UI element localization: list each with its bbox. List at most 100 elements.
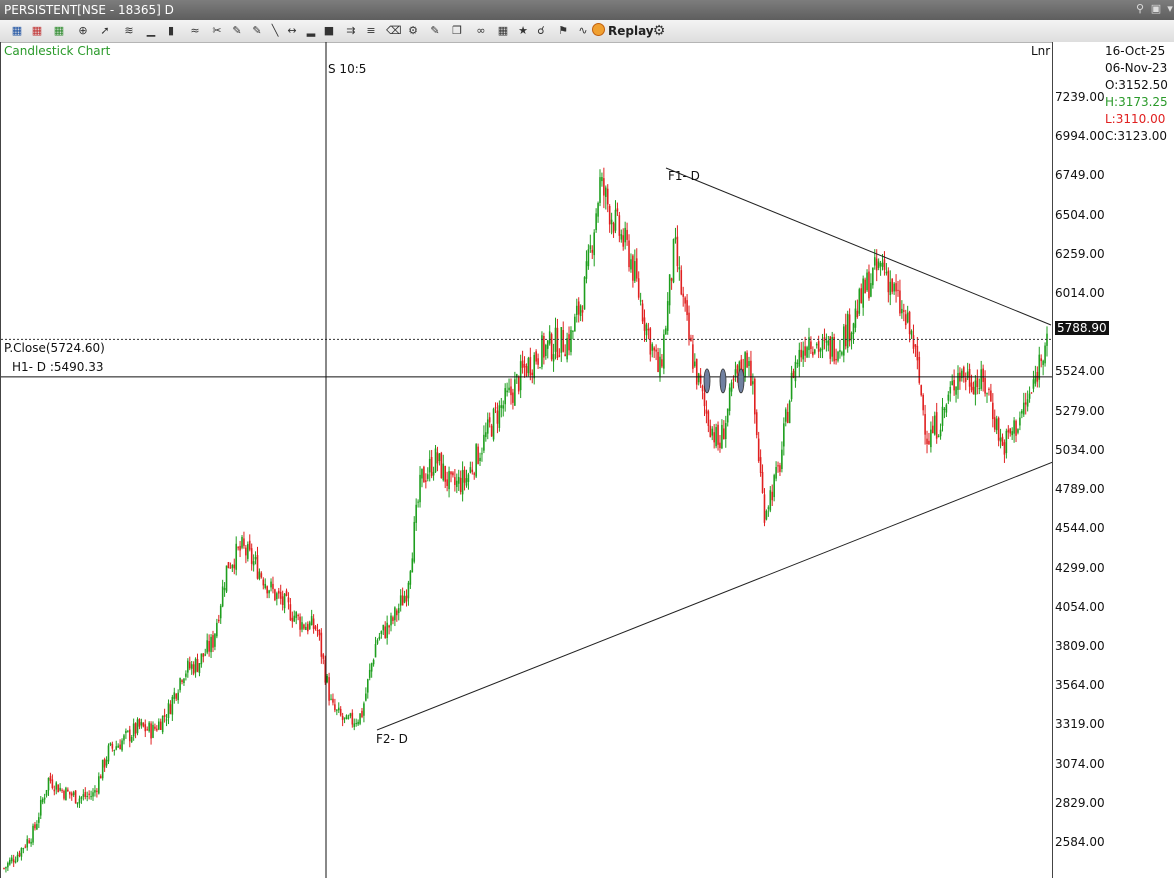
- scale-label[interactable]: Lnr: [1031, 44, 1050, 58]
- candle-body: [264, 583, 267, 589]
- candle-body: [521, 360, 524, 368]
- eraser-icon[interactable]: ⌫: [386, 23, 402, 39]
- export-icon[interactable]: ✎: [428, 23, 442, 39]
- template-icon[interactable]: ⚙: [406, 23, 420, 39]
- window-title: PERSISTENT[NSE - 18365] D: [4, 3, 174, 17]
- candle-body: [190, 664, 193, 669]
- intraday-icon[interactable]: ▦: [10, 23, 24, 39]
- candle-body: [18, 852, 21, 857]
- horizontal-line-icon[interactable]: ↔: [285, 23, 299, 39]
- candle-body: [657, 351, 659, 372]
- candle-body: [1024, 402, 1027, 405]
- candle-body: [589, 245, 592, 250]
- cube-icon[interactable]: ■: [322, 23, 336, 39]
- candle-body: [88, 793, 90, 795]
- price-axis[interactable]: 16-Oct-25 06-Nov-23 O:3152.50 H:3173.25 …: [1052, 42, 1174, 878]
- replay-button[interactable]: Replay: [592, 23, 654, 39]
- flag-icon[interactable]: ⚑: [556, 23, 570, 39]
- candle-body: [635, 258, 638, 279]
- candle-body: [817, 341, 820, 352]
- candle-body: [754, 378, 756, 415]
- candle-body: [421, 468, 423, 479]
- chart-area[interactable]: Candlestick Chart Lnr S 10:5 P.Close(572…: [0, 42, 1053, 878]
- layout-icon[interactable]: ▦: [496, 23, 510, 39]
- candle-body: [152, 724, 154, 738]
- candle-body: [150, 723, 152, 739]
- daily-icon[interactable]: ▦: [30, 23, 44, 39]
- search-icon[interactable]: ⚲: [1134, 2, 1146, 16]
- candle-body: [328, 677, 330, 701]
- ruler-icon[interactable]: ✎: [250, 23, 264, 39]
- candle-body: [165, 719, 168, 721]
- link-icon[interactable]: ∞: [474, 23, 488, 39]
- candle-body: [177, 692, 179, 701]
- candle-body: [28, 840, 30, 844]
- candle-body: [196, 659, 199, 672]
- candle-body: [68, 791, 71, 795]
- equal-lines-icon[interactable]: ≡: [364, 23, 378, 39]
- candle-body: [879, 263, 882, 267]
- info-low: L:3110.00: [1105, 112, 1166, 126]
- candle-body: [860, 288, 863, 303]
- bar-chart-icon[interactable]: ▁: [144, 23, 158, 39]
- candle-body: [577, 301, 580, 315]
- candle-body: [895, 283, 897, 292]
- candle-body: [161, 715, 164, 733]
- y-tick-label: 4544.00: [1055, 521, 1105, 536]
- scissors-icon[interactable]: ✂: [210, 23, 224, 39]
- candle-body: [527, 358, 530, 374]
- candle-body: [844, 324, 847, 347]
- candle-body: [363, 703, 365, 716]
- candle-icon[interactable]: ▮: [164, 23, 178, 39]
- candle-body: [374, 643, 377, 658]
- star-icon[interactable]: ★: [516, 23, 530, 39]
- candle-body: [84, 792, 87, 798]
- candle-body: [945, 404, 948, 413]
- crosshair-icon[interactable]: ⊕: [76, 23, 90, 39]
- candle-body: [305, 626, 307, 631]
- candle-body: [982, 368, 984, 382]
- candle-body: [444, 465, 446, 482]
- candlestick-chart[interactable]: [1, 42, 1053, 878]
- weekly-icon[interactable]: ▦: [52, 23, 66, 39]
- candle-body: [628, 240, 630, 268]
- pencil-icon[interactable]: ✎: [230, 23, 244, 39]
- candle-body: [94, 790, 96, 793]
- pointer-icon[interactable]: ➚: [98, 23, 112, 39]
- candle-body: [254, 557, 257, 560]
- indicator-icon[interactable]: ≋: [122, 23, 136, 39]
- window-restore-icon[interactable]: ▣: [1150, 2, 1162, 16]
- candle-body: [605, 187, 607, 197]
- candle-body: [320, 632, 323, 657]
- candle-body: [953, 379, 955, 391]
- candle-body: [115, 746, 118, 750]
- candle-body: [572, 330, 574, 332]
- candle-body: [428, 458, 431, 473]
- trendline-icon[interactable]: ╲: [268, 23, 282, 39]
- candle-body: [964, 378, 967, 382]
- candle-body: [566, 338, 568, 360]
- candle-body: [243, 538, 245, 546]
- gear-icon[interactable]: ⚙: [652, 23, 666, 39]
- candle-body: [345, 715, 348, 720]
- candle-body: [1003, 442, 1006, 455]
- candle-body: [247, 544, 249, 559]
- chevron-down-icon[interactable]: ▾: [1164, 2, 1174, 16]
- candle-body: [647, 328, 650, 331]
- copy-icon[interactable]: ❐: [450, 23, 464, 39]
- line-chart-icon[interactable]: ∿: [576, 23, 590, 39]
- volume-icon[interactable]: ▂: [304, 23, 318, 39]
- candle-body: [1005, 430, 1008, 454]
- candle-body: [873, 257, 876, 266]
- fibonacci-icon[interactable]: ⇉: [344, 23, 358, 39]
- candle-body: [417, 501, 419, 503]
- candle-body: [496, 410, 499, 424]
- candle-body: [730, 382, 733, 392]
- candle-body: [167, 703, 170, 719]
- candle-body: [819, 348, 822, 352]
- candle-body: [825, 341, 828, 343]
- study-icon[interactable]: ≈: [188, 23, 202, 39]
- candle-body: [70, 793, 73, 796]
- candle-body: [372, 659, 375, 665]
- alert-icon[interactable]: ☌: [534, 23, 548, 39]
